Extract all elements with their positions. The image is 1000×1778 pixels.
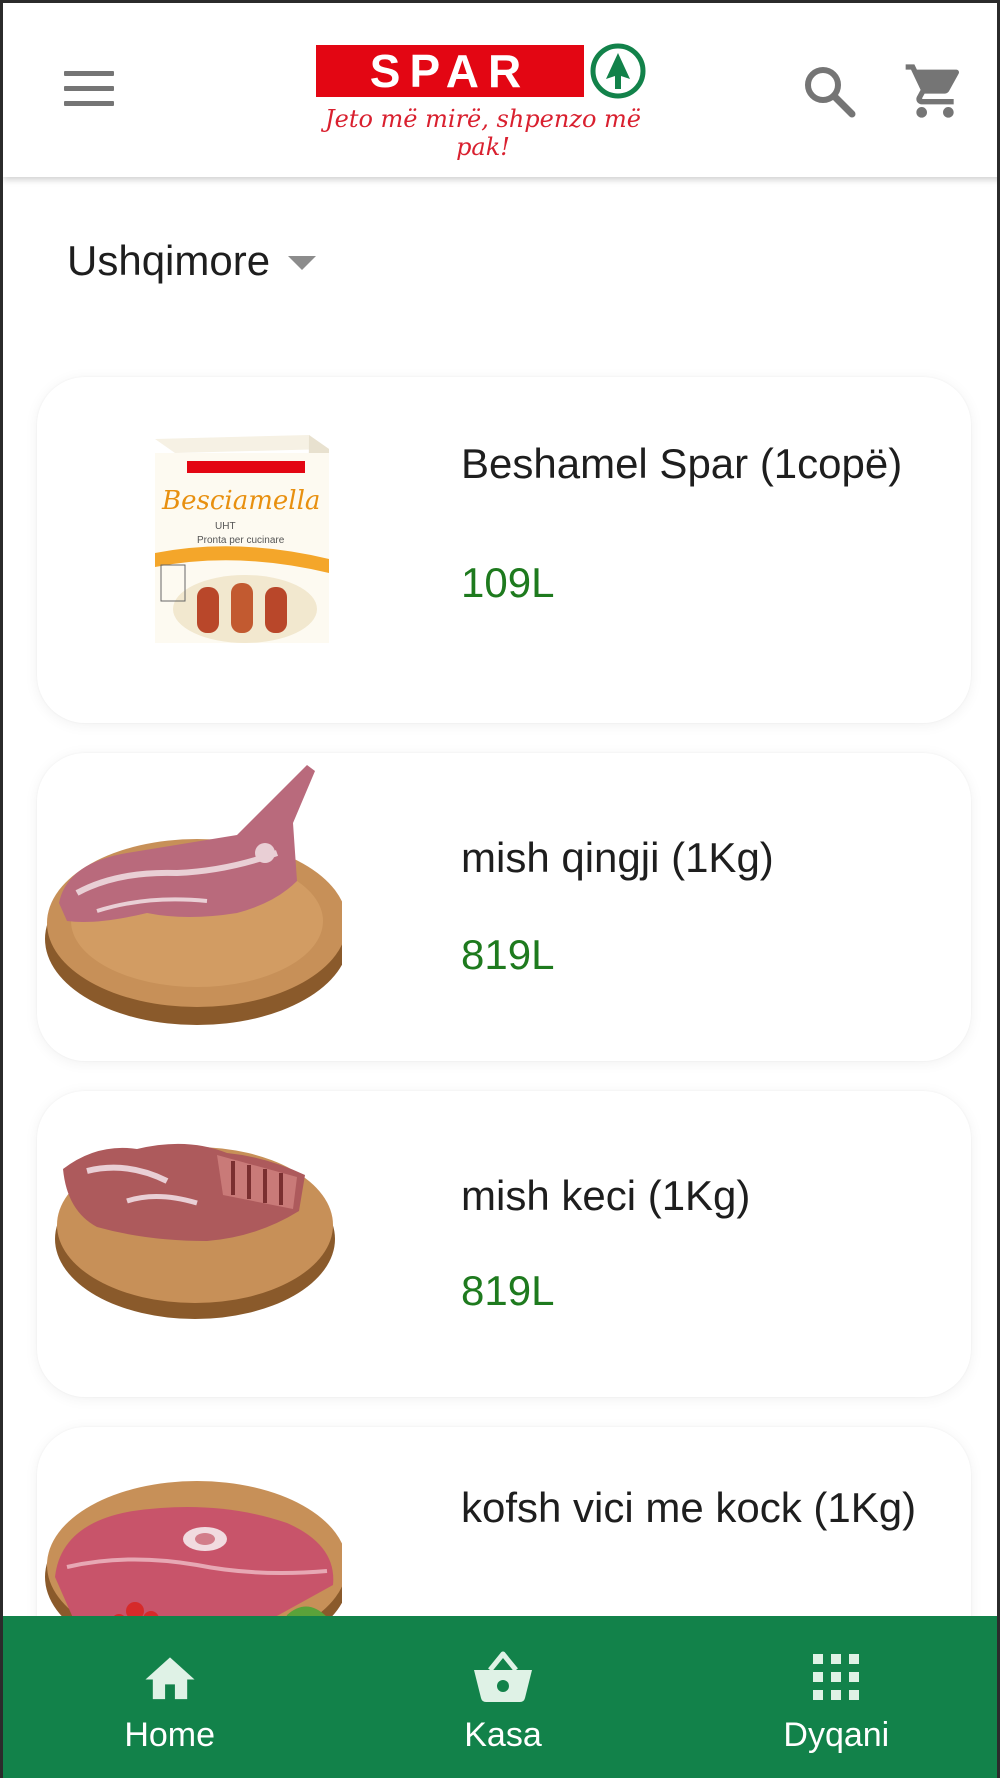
product-price: 109L [461, 559, 555, 606]
spar-tree-icon [590, 43, 646, 99]
product-image-besciamella: Besciamella UHT Pronta per cucinare [155, 435, 329, 643]
app-frame: SPAR Jeto më mirë, shpenzo më pak! Ushqi… [0, 0, 1000, 1778]
nav-home[interactable]: Home [3, 1616, 336, 1778]
product-image-lamb [45, 765, 342, 1025]
svg-text:Pronta per cucinare: Pronta per cucinare [197, 535, 285, 546]
product-card[interactable]: Besciamella UHT Pronta per cucinare Besh… [37, 377, 971, 723]
svg-text:Besciamella: Besciamella [161, 486, 320, 516]
home-icon [145, 1657, 195, 1700]
product-price: 819L [461, 931, 555, 978]
product-name: mish keci (1Kg) [461, 1172, 751, 1219]
menu-button[interactable] [61, 69, 117, 109]
nav-kasa-label: Kasa [464, 1716, 542, 1754]
search-icon [805, 67, 856, 118]
spar-logo[interactable]: SPAR Jeto më mirë, shpenzo më pak! [308, 39, 658, 161]
nav-kasa[interactable]: Kasa [336, 1616, 669, 1778]
bottom-navigation: Home Kasa Dyqani [3, 1616, 997, 1778]
product-card[interactable]: mish qingji (1Kg) 819L [37, 753, 971, 1061]
basket-icon [473, 1651, 532, 1702]
menu-icon-bar [64, 101, 114, 106]
dropdown-caret-icon [288, 256, 317, 270]
logo-wordmark: SPAR [316, 45, 584, 97]
product-name: mish qingji (1Kg) [461, 834, 774, 881]
app-header: SPAR Jeto më mirë, shpenzo më pak! [3, 3, 997, 177]
nav-home-label: Home [124, 1716, 216, 1754]
logo-tagline: Jeto më mirë, shpenzo më pak! [325, 105, 641, 161]
product-name: kofsh vici me kock (1Kg) [461, 1484, 917, 1531]
nav-dyqani[interactable]: Dyqani [670, 1616, 997, 1778]
product-price: 819L [461, 1267, 555, 1314]
cart-button[interactable] [903, 59, 967, 123]
menu-icon-bar [64, 71, 114, 76]
svg-text:UHT: UHT [215, 521, 236, 532]
menu-icon-bar [64, 86, 114, 91]
grid-icon [813, 1654, 860, 1700]
product-name: Beshamel Spar (1copë) [461, 440, 903, 487]
nav-dyqani-label: Dyqani [783, 1716, 890, 1754]
search-button[interactable] [799, 61, 859, 121]
product-card[interactable]: mish keci (1Kg) 819L [37, 1091, 971, 1397]
product-image-goat [55, 1143, 335, 1319]
category-dropdown[interactable]: Ushqimore [67, 231, 317, 291]
cart-icon [905, 64, 960, 118]
category-label: Ushqimore [67, 237, 271, 284]
